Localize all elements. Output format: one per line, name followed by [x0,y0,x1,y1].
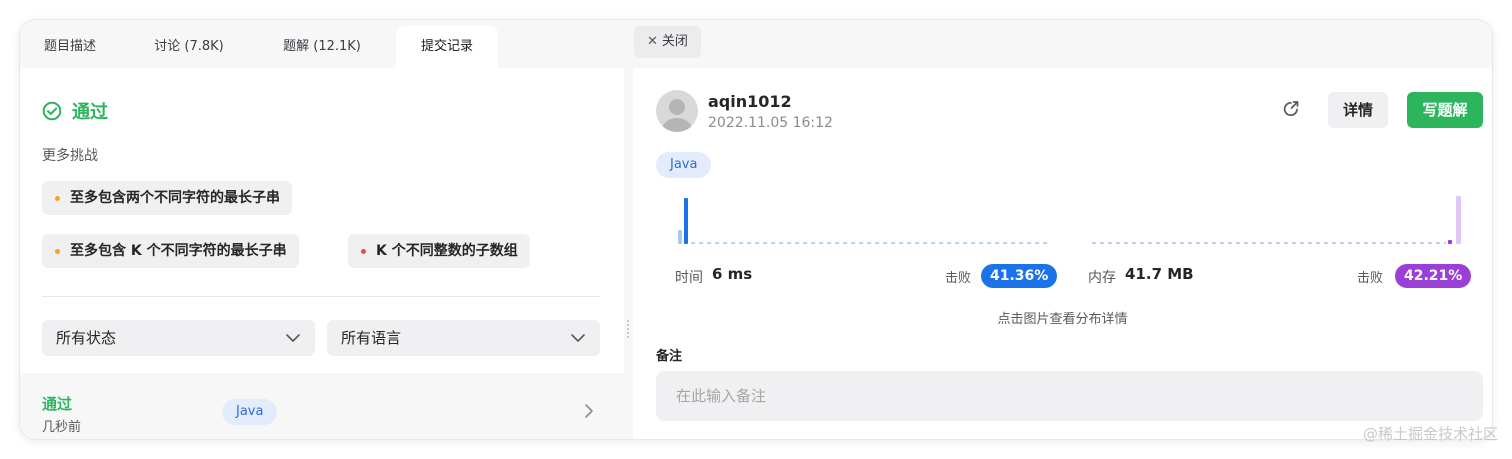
result-status-text: 通过 [72,102,108,123]
submission-status: 通过 [42,395,73,413]
challenge-chip[interactable]: 至多包含 K 个不同字符的最长子串 [42,234,299,268]
write-solution-button[interactable]: 写题解 [1407,92,1483,128]
memory-beat-label: 击败 [1357,271,1384,286]
share-icon[interactable] [1281,99,1301,119]
challenge-label: 至多包含 K 个不同字符的最长子串 [70,243,287,259]
result-status: 通过 [42,98,108,124]
close-button[interactable]: ✕ 关闭 [634,26,701,58]
tab-discussion[interactable]: 讨论 (7.8K) [132,26,246,68]
runtime-bar-current [684,198,688,244]
runtime-label: 时间 [675,270,703,286]
detail-toolbar: ✕ 关闭 [624,20,1492,68]
runtime-bar-small [678,230,682,244]
close-button-label: 关闭 [661,34,688,49]
submission-result-panel: 通过 更多挑战 至多包含两个不同字符的最长子串 至多包含 K 个不同字符的最长子… [20,68,624,439]
memory-label: 内存 [1088,270,1116,286]
submission-row[interactable]: 通过 几秒前 Java [20,373,624,439]
runtime-distribution-chart[interactable] [673,196,1053,256]
tab-description[interactable]: 题目描述 [20,26,120,68]
panel-resize-handle[interactable] [626,318,630,344]
challenge-chip[interactable]: K 个不同整数的子数组 [348,234,530,268]
submission-datetime: 2022.11.05 16:12 [708,115,833,131]
divider [42,296,600,297]
challenge-label: 至多包含两个不同字符的最长子串 [70,190,280,206]
runtime-beat-badge: 41.36% [981,264,1058,288]
user-icon [662,99,692,132]
memory-bar-tall [1456,196,1461,244]
challenge-chip[interactable]: 至多包含两个不同字符的最长子串 [42,181,292,215]
chevron-right-icon [585,404,593,418]
status-filter-value: 所有状态 [56,329,117,347]
tab-bar: 题目描述 讨论 (7.8K) 题解 (12.1K) 提交记录 [20,20,624,68]
memory-distribution-chart[interactable] [1088,196,1468,256]
avatar[interactable] [656,90,698,132]
memory-beat-badge: 42.21% [1395,264,1472,288]
difficulty-dot [55,249,60,254]
memory-bar-current [1448,240,1452,244]
status-filter-select[interactable]: 所有状态 [42,320,315,356]
distribution-hint: 点击图片查看分布详情 [997,312,1128,327]
notes-label: 备注 [656,349,683,364]
tab-submissions[interactable]: 提交记录 [396,26,498,68]
detail-language-badge: Java [656,152,712,178]
difficulty-dot [55,196,60,201]
detail-button[interactable]: 详情 [1328,92,1388,128]
watermark: @稀土掘金技术社区 [1362,425,1498,443]
check-circle-icon [42,101,62,121]
left-panel: 题目描述 讨论 (7.8K) 题解 (12.1K) 提交记录 通过 更多挑战 至… [20,20,624,439]
submission-time: 几秒前 [42,420,82,435]
notes-input[interactable] [656,371,1483,421]
language-filter-value: 所有语言 [341,329,402,347]
runtime-value: 6 ms [712,265,753,283]
language-filter-select[interactable]: 所有语言 [327,320,600,356]
submission-language-badge: Java [222,399,278,425]
challenge-label: K 个不同整数的子数组 [376,243,518,259]
close-icon: ✕ [647,34,658,49]
chevron-down-icon [286,334,300,342]
submission-detail-panel: aqin1012 2022.11.05 16:12 详情 写题解 Java 时间… [633,68,1492,439]
memory-value: 41.7 MB [1125,265,1194,283]
runtime-beat-label: 击败 [945,271,972,286]
tab-solutions[interactable]: 题解 (12.1K) [260,26,384,68]
chevron-down-icon [571,334,585,342]
app-window: 题目描述 讨论 (7.8K) 题解 (12.1K) 提交记录 通过 更多挑战 至… [20,20,1492,439]
more-challenges-label: 更多挑战 [42,148,98,164]
difficulty-dot [361,249,366,254]
username[interactable]: aqin1012 [708,92,792,111]
